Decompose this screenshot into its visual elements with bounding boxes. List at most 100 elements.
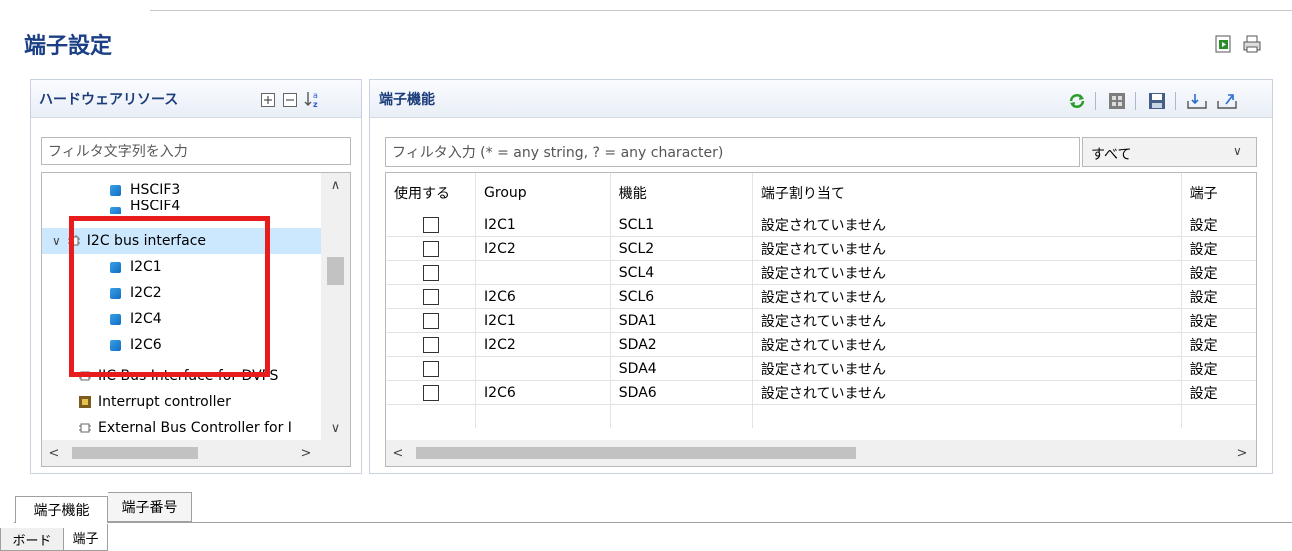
table-row[interactable]: I2C1 SCL1 設定されていません 設定 <box>386 213 1256 237</box>
tree-horizontal-scrollbar[interactable]: < > <box>42 440 350 466</box>
table-row[interactable]: I2C2 SDA2 設定されていません 設定 <box>386 332 1256 357</box>
table-row-empty <box>386 404 1256 428</box>
group-cell: I2C2 <box>475 332 611 357</box>
function-filter-select-value: すべて <box>1091 147 1132 163</box>
use-checkbox[interactable] <box>422 384 439 401</box>
function-cell: SDA2 <box>610 332 753 357</box>
group-cell: I2C6 <box>475 284 611 309</box>
tree-horizontal-thumb[interactable] <box>72 447 198 459</box>
use-checkbox[interactable] <box>422 240 439 257</box>
table-horizontal-scrollbar[interactable]: < > <box>386 440 1256 466</box>
page-title: 端子設定 <box>24 34 113 59</box>
use-cell <box>386 308 477 333</box>
table-horizontal-thumb[interactable] <box>416 447 856 459</box>
table-row[interactable]: I2C6 SCL6 設定されていません 設定 <box>386 284 1256 309</box>
highlight-box <box>69 216 270 377</box>
tree-vertical-thumb[interactable] <box>327 257 344 285</box>
group-cell: I2C1 <box>475 308 611 333</box>
refresh-icon[interactable] <box>1065 90 1089 112</box>
pin-cell: 設定 <box>1181 356 1256 381</box>
chevron-down-icon[interactable]: ∨ <box>52 234 61 248</box>
use-cell <box>386 284 477 309</box>
col-header-pin-assign[interactable]: 端子割り当て <box>752 173 1182 213</box>
pin-cell: 設定 <box>1181 332 1256 357</box>
group-cell: I2C6 <box>475 380 611 405</box>
generate-code-icon[interactable] <box>1212 32 1236 56</box>
table-row[interactable]: I2C6 SDA6 設定されていません 設定 <box>386 380 1256 405</box>
function-filter-select[interactable]: すべて ∨ <box>1082 137 1257 167</box>
pin-grid-icon[interactable] <box>1105 90 1129 112</box>
pin-assign-cell[interactable]: 設定されていません <box>752 380 1182 405</box>
function-cell: SDA1 <box>610 308 753 333</box>
group-cell <box>475 356 611 381</box>
function-filter-input[interactable]: フィルタ入力 (* = any string, ? = any characte… <box>385 137 1080 167</box>
col-header-pin[interactable]: 端子 <box>1181 173 1256 213</box>
pin-assign-cell[interactable]: 設定されていません <box>752 284 1182 309</box>
scroll-left-icon[interactable]: < <box>386 440 410 466</box>
tree-item-hscif4[interactable]: HSCIF4 <box>110 200 180 214</box>
hardware-panel-title: ハードウェアリソース <box>39 92 179 108</box>
tree-item-label: Interrupt controller <box>98 394 231 410</box>
use-cell <box>386 332 477 357</box>
use-cell <box>386 260 477 285</box>
pin-cell: 設定 <box>1181 260 1256 285</box>
sort-alpha-icon[interactable]: az <box>303 88 325 110</box>
col-header-use[interactable]: 使用する <box>386 173 477 213</box>
hardware-filter-input[interactable]: フィルタ文字列を入力 <box>41 137 351 165</box>
tree-item-interrupt-controller[interactable]: Interrupt controller <box>78 389 231 415</box>
scroll-right-icon[interactable]: > <box>1230 440 1254 466</box>
pin-cell: 設定 <box>1181 213 1256 237</box>
table-row[interactable]: SCL4 設定されていません 設定 <box>386 260 1256 285</box>
tab-pin-function[interactable]: 端子機能 <box>15 496 108 523</box>
save-icon[interactable] <box>1145 90 1169 112</box>
print-icon[interactable] <box>1240 32 1264 56</box>
group-cell <box>475 260 611 285</box>
interrupt-controller-icon <box>78 395 92 409</box>
module-icon <box>110 184 121 196</box>
function-panel-title: 端子機能 <box>379 92 435 108</box>
use-checkbox[interactable] <box>422 360 439 377</box>
scroll-left-icon[interactable]: < <box>42 440 66 466</box>
tree-vertical-scrollbar[interactable]: ∧ ∨ <box>321 173 350 440</box>
function-cell: SDA6 <box>610 380 753 405</box>
pin-assign-cell[interactable]: 設定されていません <box>752 332 1182 357</box>
use-checkbox[interactable] <box>422 216 439 233</box>
use-checkbox[interactable] <box>422 312 439 329</box>
col-header-group[interactable]: Group <box>475 173 611 213</box>
tree-item-label: HSCIF3 <box>130 182 181 198</box>
scroll-down-icon[interactable]: ∨ <box>321 416 350 440</box>
peripheral-group-icon <box>78 421 92 435</box>
pin-assign-cell[interactable]: 設定されていません <box>752 236 1182 261</box>
pin-assign-cell[interactable]: 設定されていません <box>752 308 1182 333</box>
tab-pin[interactable]: 端子 <box>64 524 108 551</box>
pin-assign-cell[interactable]: 設定されていません <box>752 213 1182 237</box>
module-icon <box>110 207 121 214</box>
pin-assign-cell[interactable]: 設定されていません <box>752 356 1182 381</box>
table-row[interactable]: I2C1 SDA1 設定されていません 設定 <box>386 308 1256 333</box>
use-checkbox[interactable] <box>422 264 439 281</box>
table-row[interactable]: SDA4 設定されていません 設定 <box>386 356 1256 381</box>
export-icon[interactable] <box>1215 90 1239 112</box>
tab-strip-line <box>14 522 1292 523</box>
expand-all-icon[interactable] <box>259 91 277 109</box>
function-table: 使用する Group 機能 端子割り当て 端子 I2C1 SCL1 設定されてい… <box>386 173 1256 428</box>
svg-text:z: z <box>313 100 318 109</box>
pin-cell: 設定 <box>1181 236 1256 261</box>
pin-assign-cell[interactable]: 設定されていません <box>752 260 1182 285</box>
import-icon[interactable] <box>1185 90 1209 112</box>
use-checkbox[interactable] <box>422 336 439 353</box>
tree-item-label: External Bus Controller for I <box>98 420 292 436</box>
table-row[interactable]: I2C2 SCL2 設定されていません 設定 <box>386 236 1256 261</box>
tab-pin-number[interactable]: 端子番号 <box>108 492 192 522</box>
scroll-up-icon[interactable]: ∧ <box>321 173 350 197</box>
col-header-function[interactable]: 機能 <box>610 173 753 213</box>
use-checkbox[interactable] <box>422 288 439 305</box>
tab-board[interactable]: ボード <box>0 528 64 551</box>
use-cell <box>386 213 477 237</box>
tree-item-external-bus-controller[interactable]: External Bus Controller for I <box>78 415 292 441</box>
toolbar-separator <box>1095 92 1096 110</box>
tree-item-label: HSCIF4 <box>130 200 181 214</box>
collapse-all-icon[interactable] <box>281 91 299 109</box>
pin-cell: 設定 <box>1181 308 1256 333</box>
scroll-right-icon[interactable]: > <box>294 440 318 466</box>
